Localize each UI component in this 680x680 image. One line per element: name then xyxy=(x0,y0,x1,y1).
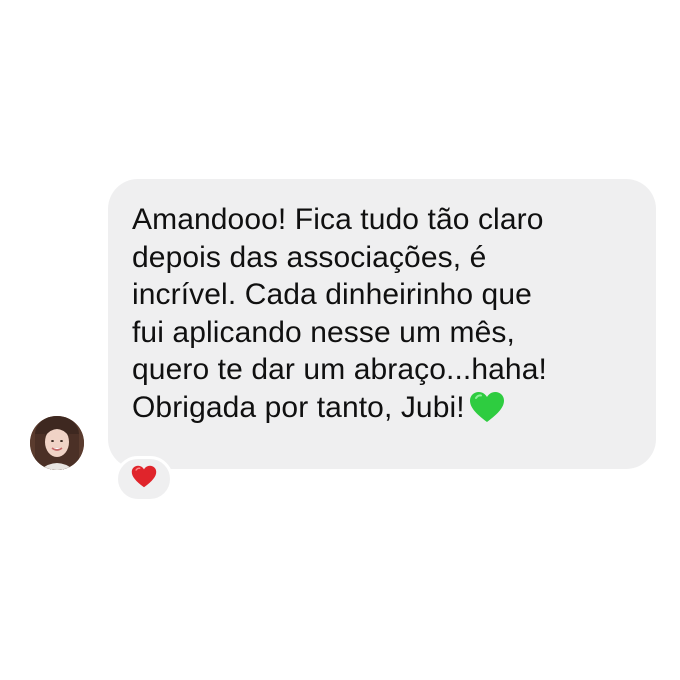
green-heart-icon xyxy=(469,391,505,433)
message-bubble[interactable]: Amandooo! Fica tudo tão claro depois das… xyxy=(108,179,656,469)
avatar-photo xyxy=(30,416,84,470)
reaction-badge[interactable] xyxy=(115,456,173,502)
avatar[interactable] xyxy=(30,416,84,470)
chat-thread: Amandooo! Fica tudo tão claro depois das… xyxy=(0,0,680,680)
message-body: Amandooo! Fica tudo tão claro depois das… xyxy=(132,201,636,432)
red-heart-icon xyxy=(131,465,157,493)
